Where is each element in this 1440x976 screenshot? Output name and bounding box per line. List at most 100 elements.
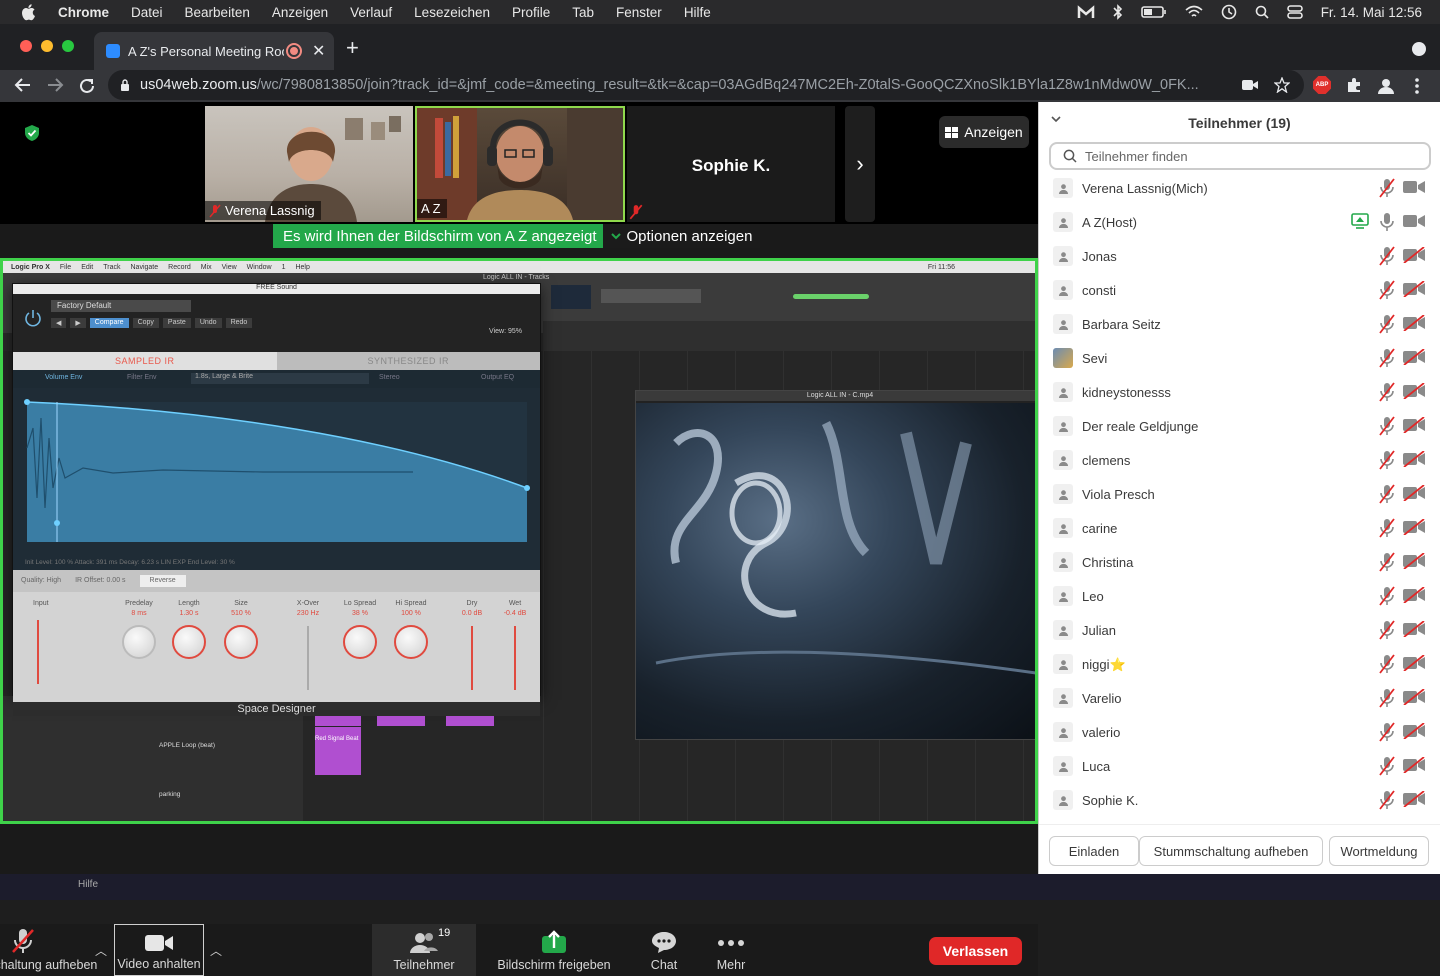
participant-search-box[interactable] xyxy=(1049,142,1431,170)
participant-row[interactable]: Viola Presch xyxy=(1039,477,1440,511)
view-mode-button[interactable]: Anzeigen xyxy=(939,116,1029,148)
encryption-shield-icon[interactable] xyxy=(24,124,40,142)
participant-row[interactable]: valerio xyxy=(1039,715,1440,749)
video-off-icon xyxy=(1403,280,1425,302)
plugin-buttons: ◀ ▶ Compare Copy Paste Undo Redo xyxy=(51,318,253,328)
video-tile-sophie[interactable]: Sophie K. xyxy=(627,106,835,222)
control-center-icon[interactable] xyxy=(1286,5,1303,19)
participant-row[interactable]: A Z(Host) xyxy=(1039,205,1440,239)
participant-row[interactable]: Verena Lassnig(Mich) xyxy=(1039,171,1440,205)
bookmark-star-icon[interactable] xyxy=(1274,77,1290,93)
participant-row[interactable]: Sevi xyxy=(1039,341,1440,375)
chat-button[interactable]: Chat xyxy=(639,924,689,976)
extensions-puzzle-icon[interactable] xyxy=(1346,77,1362,93)
apple-logo-icon[interactable] xyxy=(20,3,38,21)
video-options-chevron-icon[interactable]: ︿ xyxy=(210,942,222,959)
knob-value: 100 % xyxy=(401,610,421,617)
lock-icon[interactable] xyxy=(120,79,130,91)
browser-tab-zoom[interactable]: A Z's Personal Meeting Room ✕ xyxy=(94,32,334,70)
participant-row[interactable]: niggi⭐ xyxy=(1039,647,1440,681)
participant-row[interactable]: Barbara Seitz xyxy=(1039,307,1440,341)
wifi-icon[interactable] xyxy=(1185,5,1203,19)
menu-datei[interactable]: Datei xyxy=(131,5,163,20)
help-label[interactable]: Hilfe xyxy=(78,879,98,890)
preset-dropdown: Factory Default xyxy=(51,300,191,312)
shared-screen[interactable]: Logic Pro X File Edit Track Navigate Rec… xyxy=(0,258,1038,824)
menubar-clock[interactable]: Fr. 14. Mai 12:56 xyxy=(1321,5,1422,20)
mic-muted-icon xyxy=(1377,382,1397,407)
window-close-button[interactable] xyxy=(20,40,32,52)
video-off-icon xyxy=(1403,586,1425,608)
plugin-btn-undo: Undo xyxy=(194,318,222,328)
unmute-all-button[interactable]: Stummschaltung aufheben xyxy=(1139,836,1323,866)
participant-row[interactable]: Luca xyxy=(1039,749,1440,783)
participant-search-input[interactable] xyxy=(1085,148,1405,164)
participant-row[interactable]: Christina xyxy=(1039,545,1440,579)
video-off-icon xyxy=(1403,756,1425,778)
participant-row[interactable]: consti xyxy=(1039,273,1440,307)
menu-fenster[interactable]: Fenster xyxy=(616,5,662,20)
tab-close-icon[interactable]: ✕ xyxy=(312,41,325,61)
new-tab-button[interactable]: + xyxy=(346,37,359,59)
participant-row[interactable]: Varelio xyxy=(1039,681,1440,715)
unmute-button[interactable]: Stummschaltung aufheben xyxy=(0,924,97,976)
tab-search-icon[interactable] xyxy=(1412,42,1426,56)
menu-tab[interactable]: Tab xyxy=(572,5,594,20)
battery-icon[interactable] xyxy=(1140,5,1167,19)
profile-avatar-icon[interactable] xyxy=(1377,77,1395,95)
adblock-plus-icon[interactable]: ABP xyxy=(1313,76,1331,94)
envelope-bar: Volume Env Filter Env 1.8s, Large & Brit… xyxy=(13,370,540,388)
malwarebytes-icon[interactable] xyxy=(1077,4,1095,20)
leave-meeting-button[interactable]: Verlassen xyxy=(929,937,1022,965)
participant-row[interactable]: clemens xyxy=(1039,443,1440,477)
shared-menu-item: Edit xyxy=(81,263,94,271)
zoom-favicon-icon xyxy=(106,44,120,58)
menu-hilfe[interactable]: Hilfe xyxy=(684,5,711,20)
window-zoom-button[interactable] xyxy=(62,40,74,52)
grid-view-icon xyxy=(945,126,959,138)
participant-row[interactable]: Julian xyxy=(1039,613,1440,647)
menu-lesezeichen[interactable]: Lesezeichen xyxy=(414,5,490,20)
space-designer-plugin[interactable]: FREE Sound Factory Default ◀ ▶ Compare Co… xyxy=(12,283,541,716)
reload-icon[interactable] xyxy=(78,77,96,95)
menu-profile[interactable]: Profile xyxy=(512,5,550,20)
video-off-icon xyxy=(1403,450,1425,472)
back-arrow-icon[interactable] xyxy=(14,77,32,93)
address-bar[interactable]: us04web.zoom.us/wc/7980813850/join?track… xyxy=(108,70,1304,100)
participant-name: Verena Lassnig(Mich) xyxy=(1082,181,1208,196)
participant-row[interactable]: Sophie K. xyxy=(1039,783,1440,817)
time-machine-icon[interactable] xyxy=(1221,4,1237,20)
invite-button[interactable]: Einladen xyxy=(1049,836,1139,866)
video-tile-name-verena: Verena Lassnig xyxy=(205,201,321,220)
participant-row[interactable]: Leo xyxy=(1039,579,1440,613)
participant-row[interactable]: Der reale Geldjunge xyxy=(1039,409,1440,443)
stop-video-button[interactable]: Video anhalten xyxy=(114,924,204,976)
more-button[interactable]: Mehr xyxy=(706,924,756,976)
mic-muted-icon xyxy=(1377,314,1397,339)
participant-row[interactable]: kidneystonesss xyxy=(1039,375,1440,409)
participant-row[interactable]: Jonas xyxy=(1039,239,1440,273)
forward-arrow-icon[interactable] xyxy=(46,77,64,93)
menu-app-name[interactable]: Chrome xyxy=(58,5,109,20)
logic-ruler xyxy=(543,321,1035,351)
menu-bearbeiten[interactable]: Bearbeiten xyxy=(185,5,250,20)
movie-window-title: Logic ALL IN - C.mp4 xyxy=(636,391,1035,401)
view-options-button[interactable]: Optionen anzeigen xyxy=(602,224,761,248)
camera-permission-icon[interactable] xyxy=(1242,79,1258,91)
audio-options-chevron-icon[interactable]: ︿ xyxy=(95,942,107,959)
menu-verlauf[interactable]: Verlauf xyxy=(350,5,392,20)
video-camera-icon xyxy=(1403,179,1425,200)
window-minimize-button[interactable] xyxy=(41,40,53,52)
next-page-chevron-icon[interactable]: › xyxy=(845,106,875,222)
raise-hand-button[interactable]: Wortmeldung xyxy=(1329,836,1429,866)
participant-row[interactable]: carine xyxy=(1039,511,1440,545)
browser-menu-icon[interactable] xyxy=(1414,77,1420,95)
video-tile-verena[interactable]: Verena Lassnig xyxy=(205,106,413,222)
participants-button[interactable]: 19 Teilnehmer xyxy=(372,924,476,976)
video-tile-az-active-speaker[interactable]: A Z xyxy=(415,106,625,222)
bluetooth-icon[interactable] xyxy=(1113,4,1123,20)
spotlight-search-icon[interactable] xyxy=(1255,5,1269,19)
menu-anzeigen[interactable]: Anzeigen xyxy=(272,5,328,20)
participant-avatar xyxy=(1053,280,1073,300)
share-screen-button[interactable]: Bildschirm freigeben xyxy=(492,924,616,976)
